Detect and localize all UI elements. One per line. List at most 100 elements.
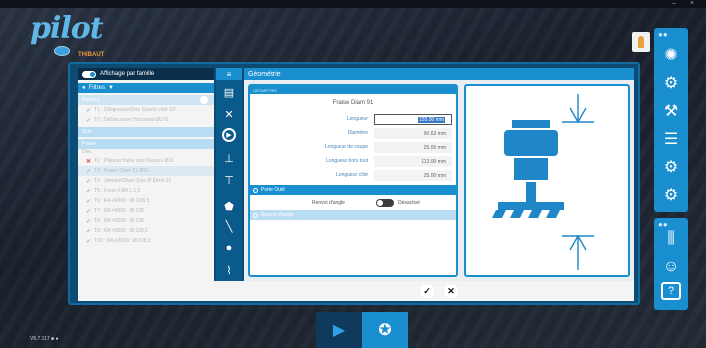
family-toggle-row[interactable]: Affichage par famille — [78, 68, 214, 80]
tool-setup-tab-icon[interactable]: ✪ — [362, 312, 408, 348]
ok-button[interactable]: ✓ — [420, 284, 434, 298]
filter-circle-icon: ● — [82, 85, 86, 91]
company-name: THIBAUT — [78, 52, 105, 58]
filters-label: Filtres — [88, 85, 105, 91]
check-icon: ✔ — [86, 208, 92, 215]
item-label: T10 : RA #2500 : Ø 128,1 — [94, 238, 151, 244]
user-button[interactable] — [632, 32, 650, 52]
top-strip — [0, 0, 706, 8]
cutter-tooth — [546, 210, 560, 218]
field-row: Diamètre 90.63 mm — [250, 128, 456, 139]
version-label: V5.7.117 ■ ● — [30, 336, 59, 342]
group-header[interactable]: Broyeur — [78, 95, 214, 105]
milling-tool-drawing — [492, 94, 594, 270]
filters-row[interactable]: ● Filtres ▼ — [78, 83, 214, 93]
holder-top — [512, 120, 550, 128]
group-icon — [200, 96, 208, 104]
footer-actions: ✓ ✕ — [244, 283, 634, 299]
list-item[interactable]: ✔ T7 : RA #4300 : Ø 128 — [78, 206, 214, 216]
cancel-button[interactable]: ✕ — [444, 284, 458, 298]
group-header[interactable]: Scie — [78, 127, 214, 137]
info-icon[interactable]: ● — [220, 240, 238, 256]
list-item[interactable]: ✖ T2 : Plateau fraise scie Dessus Ø31 — [78, 156, 214, 166]
angle-label: Renvoi d'angle — [312, 200, 345, 206]
item-label: T1 : Déligneuse/Scie Scierie côté 10° — [94, 107, 177, 113]
settings-user-icon[interactable]: ⚙ — [659, 156, 683, 178]
cutter-tooth — [492, 210, 506, 218]
angle-section[interactable]: Renvoi d'angle — [250, 210, 456, 220]
mount-icon[interactable]: ⊤ — [220, 172, 238, 188]
geometry-content: GÉOMÉTRIE Fraise Diam 91 Longueur 155.00… — [244, 80, 634, 281]
overall-length-input[interactable]: 113.00 mm — [374, 156, 452, 167]
window-controls[interactable]: – × — [672, 0, 700, 7]
item-label: T3 : Fraise Diam 91 Ø91 — [94, 168, 149, 174]
menu-icon[interactable]: ≡ — [216, 68, 242, 80]
check-icon: ✔ — [86, 117, 92, 124]
length-input[interactable]: 155.00 mm — [374, 114, 452, 125]
field-label: Longueur — [346, 116, 368, 122]
angle-row: Renvoi d'angle Désactivé — [250, 197, 456, 209]
vertical-tool-bar: ≡ ▤ ✕ ▶ ⊥ ⊤ ⬟ ╲ ● ⌇ — [216, 68, 242, 298]
item-label: T0 : Défonceuse Horizontal Ø170 — [94, 117, 169, 123]
group-sublabel: Disc — [82, 149, 92, 155]
side-length-input[interactable]: 25.00 mm — [374, 170, 452, 181]
right-toolbar: ●● ✺ ⚙ ⚒ ☰ ⚙ ⚙ — [654, 28, 688, 212]
tools-icon[interactable]: ☰ — [659, 128, 683, 150]
tool-list-panel: Affichage par famille ● Filtres ▼ Broyeu… — [78, 68, 214, 298]
list-item[interactable]: ✔ T6 : RA #4300 : Ø 12/6,5 — [78, 196, 214, 206]
tools-cross-icon[interactable]: ✕ — [220, 106, 238, 122]
wrench-icon[interactable]: ⚒ — [659, 100, 683, 122]
brand: pilot THIBAUT — [30, 14, 104, 59]
tool-name: Fraise Diam 91 — [332, 100, 374, 106]
play-icon[interactable]: ▶ — [222, 128, 236, 142]
group-header[interactable]: Fraise — [78, 139, 214, 149]
family-toggle[interactable] — [82, 70, 96, 78]
field-value: 155.00 mm — [417, 116, 445, 123]
gears-icon[interactable]: ⚙ — [659, 184, 683, 206]
list-item[interactable]: ✔ T9 : RA #2500 : Ø 128,1 — [78, 226, 214, 236]
check-icon: ✔ — [86, 238, 92, 245]
list-item[interactable]: ✔ T0 : Défonceuse Horizontal Ø170 — [78, 115, 214, 125]
funnel-icon: ▼ — [107, 85, 114, 91]
item-label: T6 : RA #4300 : Ø 12/6,5 — [94, 198, 150, 204]
check-icon: ✔ — [86, 198, 92, 205]
eye-icon — [54, 46, 70, 56]
help-icon[interactable]: ? — [661, 282, 681, 300]
item-label: T9 : RA #2500 : Ø 128,1 — [94, 228, 148, 234]
list-item[interactable]: ✔ T8 : RA #2500 : Ø 128 — [78, 216, 214, 226]
angle-toggle[interactable] — [376, 199, 394, 207]
diameter-input[interactable]: 90.63 mm — [374, 128, 452, 139]
item-label: T4 : Jointeur/Diam Scie Ø Étroit 31 — [94, 178, 172, 184]
cutter-tooth — [528, 210, 542, 218]
check-icon: ✔ — [86, 228, 92, 235]
tool-holder-section[interactable]: Porte Outil — [250, 185, 456, 195]
cut-length-input[interactable]: 25.00 mm — [374, 142, 452, 153]
cross-icon: ✖ — [86, 158, 92, 165]
check-icon: ✔ — [86, 107, 92, 114]
list-item[interactable]: ✔ T4 : Jointeur/Diam Scie Ø Étroit 31 — [78, 176, 214, 186]
section-label: Renvoi d'angle — [261, 212, 294, 218]
knife-icon[interactable]: ╲ — [220, 218, 238, 234]
field-row: Longueur hors tout 113.00 mm — [250, 156, 456, 167]
shield-icon[interactable]: ⬟ — [220, 198, 238, 214]
user-icon — [638, 36, 644, 48]
spindle-icon[interactable]: ⚙ — [659, 72, 683, 94]
chart-icon[interactable]: ⌇ — [220, 262, 238, 278]
collapse-icon — [253, 212, 258, 218]
sliders-icon[interactable]: ⫼ — [659, 228, 683, 250]
users-icon[interactable]: ☺ — [659, 256, 683, 278]
toolbar-dots: ●● — [658, 30, 668, 39]
spindle-tool-icon[interactable]: ⊥ — [220, 150, 238, 166]
list-view-icon[interactable]: ▤ — [220, 84, 238, 100]
play-tab-icon[interactable]: ▶ — [316, 312, 362, 348]
section-label: Porte Outil — [261, 187, 285, 193]
sun-icon[interactable]: ✺ — [659, 44, 683, 66]
list-item-selected[interactable]: ✔ T3 : Fraise Diam 91 Ø91 — [78, 166, 214, 176]
field-label: Longueur côté — [336, 172, 368, 178]
list-item[interactable]: ✔ T10 : RA #2500 : Ø 128,1 — [78, 236, 214, 246]
geometry-form: GÉOMÉTRIE Fraise Diam 91 Longueur 155.00… — [248, 84, 458, 277]
group-label: Fraise — [82, 141, 96, 147]
list-item[interactable]: ✔ T1 : Déligneuse/Scie Scierie côté 10° — [78, 105, 214, 115]
item-label: T8 : RA #2500 : Ø 128 — [94, 218, 144, 224]
list-item[interactable]: ✔ T5 : Foret 4 Ø4 L:1,5 — [78, 186, 214, 196]
